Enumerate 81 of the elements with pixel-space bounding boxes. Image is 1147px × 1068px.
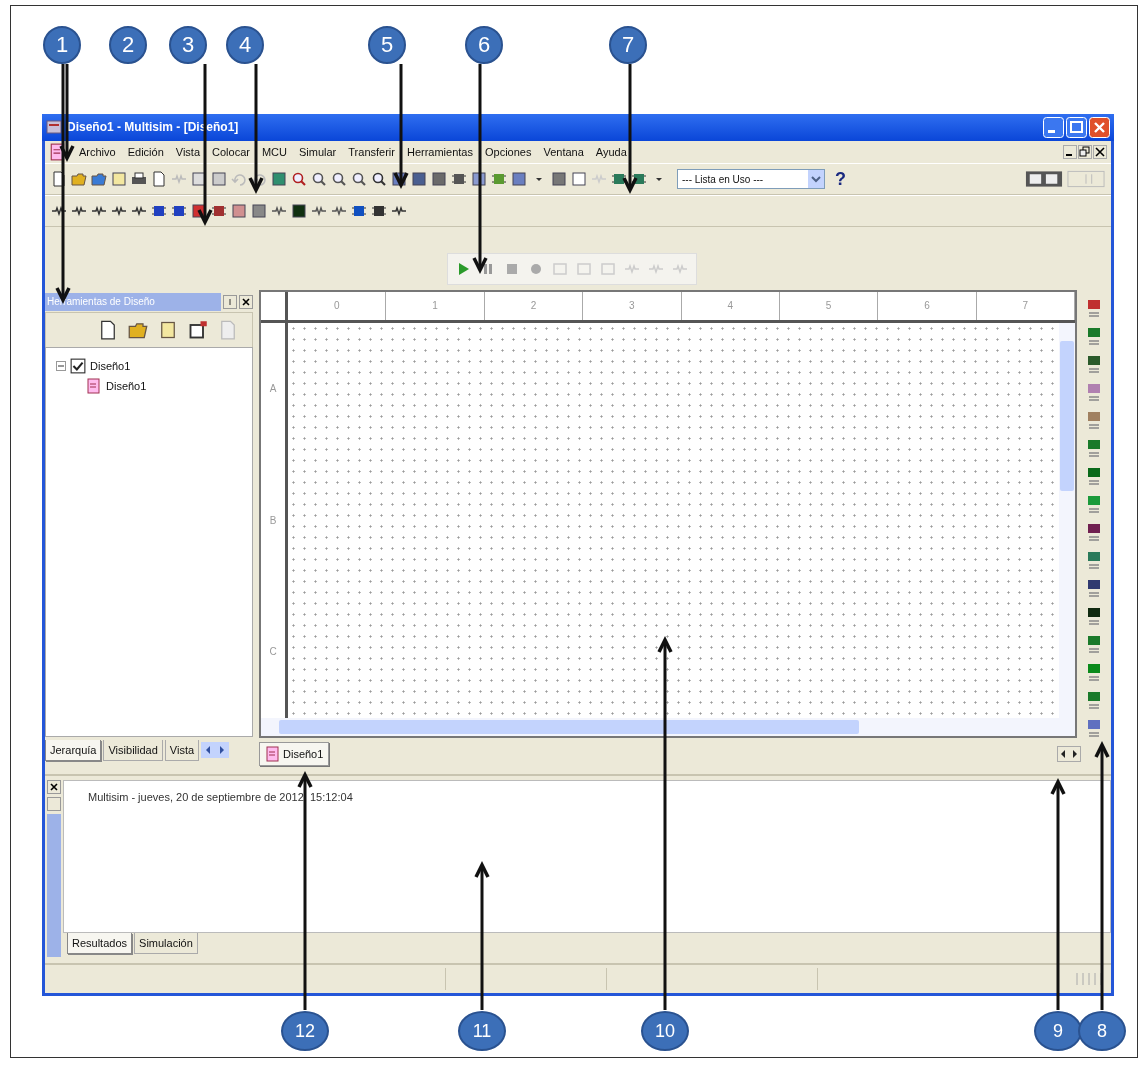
menu-item[interactable]: Opciones [485, 146, 532, 158]
ruler-label: 0 [288, 291, 387, 320]
ruler-label: B [269, 514, 277, 526]
folder-icon[interactable] [91, 171, 107, 188]
close-button[interactable] [239, 294, 253, 309]
tree-item[interactable]: Diseño1 [90, 359, 131, 372]
document-tab[interactable]: Diseño1 [259, 741, 330, 766]
ruler-label: 3 [583, 291, 682, 320]
help-button[interactable]: ? [829, 168, 852, 190]
tab-scroll-arrows-icon[interactable] [1057, 745, 1081, 762]
zoom-icon[interactable] [311, 171, 327, 188]
tree-item[interactable]: Diseño1 [106, 379, 147, 392]
zoom-icon[interactable] [371, 171, 387, 188]
zoom-icon[interactable] [351, 171, 367, 188]
menu-item[interactable]: Colocar [212, 146, 250, 158]
callout-badge: 1 [43, 26, 81, 64]
undo-icon[interactable] [251, 171, 267, 188]
toggle-icon[interactable] [1025, 169, 1063, 190]
instrument-icon[interactable] [1086, 521, 1102, 542]
menu-item[interactable]: Edición [127, 146, 164, 158]
window-icon[interactable] [411, 171, 427, 188]
menu-item[interactable]: MCU [261, 146, 287, 158]
callout-badge: 5 [368, 26, 406, 64]
ruler-label: 6 [878, 291, 977, 320]
panel-title: Herramientas de Diseño [45, 292, 221, 311]
callout-badge: 8 [1078, 1011, 1126, 1051]
ruler-label: 5 [779, 291, 879, 320]
ruler-label: 1 [386, 291, 485, 320]
maximize-button[interactable] [1066, 116, 1087, 138]
menu-item[interactable]: Ventana [543, 146, 584, 158]
callout-badge: 7 [609, 26, 647, 64]
panel-tab[interactable]: Resultados [67, 933, 133, 955]
menu-item[interactable]: Ayuda [595, 146, 627, 158]
callout-badge: 10 [641, 1011, 689, 1051]
instrument-icon[interactable] [1086, 465, 1102, 486]
callout-badge: 9 [1034, 1011, 1082, 1051]
window-icon[interactable] [291, 202, 307, 219]
window-icon[interactable] [191, 171, 207, 188]
instrument-icon[interactable] [1086, 577, 1102, 598]
document-icon [86, 377, 102, 394]
instrument-icon[interactable] [1086, 605, 1102, 626]
callout-badge: 6 [465, 26, 503, 64]
zoom-icon[interactable] [291, 171, 307, 188]
zoom-icon[interactable] [331, 171, 347, 188]
ruler-label: 4 [681, 291, 780, 320]
menu-item[interactable]: Archivo [79, 146, 116, 158]
menu-item[interactable]: Simular [299, 146, 337, 158]
menu-item[interactable]: Vista [175, 146, 201, 158]
dropdown[interactable]: --- Lista en Uso --- [677, 169, 825, 190]
callout-badge: 4 [226, 26, 264, 64]
checkbox[interactable] [70, 357, 86, 374]
save-icon[interactable] [158, 319, 178, 340]
panel-tab[interactable]: Vista [164, 739, 200, 761]
close-button[interactable] [47, 779, 61, 794]
minimize-button[interactable] [1063, 145, 1077, 159]
page-icon[interactable] [98, 319, 118, 340]
instrument-icon[interactable] [1086, 353, 1102, 374]
panel-tab[interactable]: Visibilidad [103, 739, 163, 761]
ruler-label: 2 [484, 291, 584, 320]
callout-badge: 2 [109, 26, 147, 64]
restore-button[interactable] [1078, 145, 1092, 159]
app-icon [46, 119, 62, 136]
vertical-scrollbar[interactable] [1059, 322, 1075, 718]
scroll-arrows-icon[interactable] [201, 741, 230, 758]
menu-item[interactable]: Transferir [348, 146, 395, 158]
callout-badge: 11 [458, 1011, 506, 1051]
ruler-label: A [269, 383, 277, 395]
folder-icon[interactable] [71, 171, 87, 188]
panel-tab[interactable]: Simulación [134, 933, 198, 955]
menu-item[interactable]: Herramientas [406, 146, 473, 158]
close-button[interactable] [1093, 145, 1107, 159]
document-icon [265, 745, 281, 762]
ruler-label: C [269, 646, 277, 658]
chevron-down-icon [808, 170, 824, 189]
expander-icon[interactable] [56, 360, 66, 371]
callout-badge: 12 [281, 1011, 329, 1051]
ruler-label: 7 [976, 291, 1075, 320]
panel-tab[interactable]: Jerarquía [45, 739, 102, 761]
toggle-icon[interactable] [1067, 169, 1105, 190]
window-icon[interactable] [188, 319, 208, 340]
callout-badge: 3 [169, 26, 207, 64]
